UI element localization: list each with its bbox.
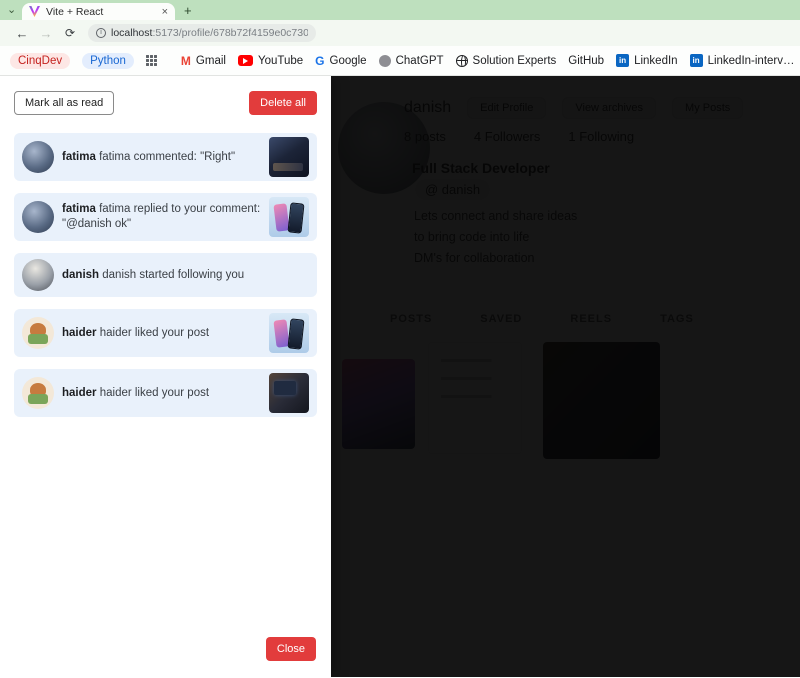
linkedin-icon: in	[616, 54, 630, 67]
notification-item[interactable]: haider haider liked your post	[14, 309, 317, 357]
notification-text: fatima fatima replied to your comment: "…	[54, 202, 269, 232]
new-tab-button[interactable]: +	[184, 3, 192, 18]
bookmark-label: GitHub	[568, 54, 605, 67]
notification-username: haider	[62, 386, 97, 399]
bookmark-label: LinkedIn	[634, 54, 678, 67]
tab-strip: ⌄ Vite + React × +	[0, 0, 800, 20]
bookmark-youtube[interactable]: YouTube	[237, 54, 304, 67]
bookmark-label: Google	[329, 54, 367, 67]
google-icon: G	[315, 53, 325, 68]
post-thumbnail	[269, 197, 309, 237]
bookmark-label: Solution Experts	[472, 54, 557, 67]
youtube-icon	[237, 55, 253, 66]
notification-message: danish started following you	[102, 268, 245, 281]
globe-icon	[455, 54, 468, 67]
notification-username: fatima	[62, 150, 96, 163]
bookmark-label: LinkedIn-interv…	[707, 54, 795, 67]
close-button[interactable]: Close	[265, 637, 316, 661]
notifications-header: Mark all as read Delete all	[14, 91, 317, 115]
gmail-icon: M	[180, 53, 191, 68]
tab-close-icon[interactable]: ×	[162, 6, 168, 18]
apps-grid-icon[interactable]	[145, 55, 157, 66]
back-icon[interactable]: ←	[10, 26, 34, 41]
notification-message: haider liked your post	[99, 326, 210, 339]
user-avatar	[22, 377, 54, 409]
bookmarks-bar: CinqDev Python M Gmail YouTube G Google Ch…	[0, 46, 800, 76]
page-content: danish Edit Profile View archives My Pos…	[0, 76, 800, 677]
user-avatar	[22, 201, 54, 233]
notification-username: haider	[62, 326, 97, 339]
bookmark-label: Gmail	[195, 54, 226, 67]
notification-message: haider liked your post	[99, 386, 210, 399]
bookmark-linkedin-interv[interactable]: in LinkedIn-interv…	[689, 54, 795, 67]
notification-list: fatima fatima commented: "Right" fatima …	[14, 133, 317, 417]
notification-text: fatima fatima commented: "Right"	[54, 150, 269, 165]
browser-toolbar: ← → ⟳ i localhost:5173/profile/678b72f41…	[0, 20, 800, 46]
user-avatar	[22, 141, 54, 173]
bookmark-linkedin[interactable]: in LinkedIn	[616, 54, 678, 67]
user-avatar	[22, 317, 54, 349]
browser-tab[interactable]: Vite + React ×	[22, 3, 175, 20]
bookmark-cinqdev[interactable]: CinqDev	[10, 52, 71, 69]
url-path: :5173/profile/678b72f4159e0c730a1b5db4	[152, 27, 308, 39]
bookmark-chatgpt[interactable]: ChatGPT	[378, 54, 444, 67]
post-thumbnail	[269, 313, 309, 353]
bookmark-label: ChatGPT	[395, 54, 444, 67]
site-info-icon[interactable]: i	[96, 28, 106, 38]
notification-text: haider haider liked your post	[54, 326, 269, 341]
bookmark-github[interactable]: GitHub	[568, 55, 604, 67]
tab-title: Vite + React	[46, 5, 104, 18]
notification-item[interactable]: haider haider liked your post	[14, 369, 317, 417]
notifications-panel: Mark all as read Delete all fatima fatim…	[0, 76, 331, 677]
post-thumbnail	[269, 137, 309, 177]
vite-favicon-icon	[29, 6, 40, 17]
url-bar[interactable]: i localhost:5173/profile/678b72f4159e0c7…	[88, 24, 316, 42]
forward-icon: →	[39, 25, 53, 41]
user-avatar	[22, 259, 54, 291]
notification-text: haider haider liked your post	[54, 386, 269, 401]
notification-username: danish	[62, 268, 100, 281]
notification-item[interactable]: danish danish started following you	[14, 253, 317, 297]
notification-item[interactable]: fatima fatima commented: "Right"	[14, 133, 317, 181]
notification-message: fatima commented: "Right"	[99, 150, 236, 163]
notification-item[interactable]: fatima fatima replied to your comment: "…	[14, 193, 317, 241]
linkedin-icon: in	[689, 54, 703, 67]
delete-all-button[interactable]: Delete all	[249, 91, 317, 115]
mark-all-read-button[interactable]: Mark all as read	[14, 91, 115, 115]
browser-window: ⌄ Vite + React × + ← → ⟳ i localhost:517…	[0, 0, 800, 678]
chatgpt-icon	[378, 54, 391, 67]
reload-icon[interactable]: ⟳	[58, 26, 82, 40]
bookmark-gmail[interactable]: M Gmail	[181, 54, 226, 68]
url-text: localhost:5173/profile/678b72f4159e0c730…	[111, 27, 308, 39]
notification-username: fatima	[62, 203, 96, 215]
post-thumbnail	[269, 373, 309, 413]
bookmark-python[interactable]: Python	[82, 52, 134, 69]
tab-search-chevron-icon[interactable]: ⌄	[7, 3, 16, 16]
notification-text: danish danish started following you	[54, 268, 315, 283]
bookmark-label: YouTube	[257, 54, 304, 67]
bookmark-google[interactable]: G Google	[315, 54, 366, 68]
bookmark-solution-experts[interactable]: Solution Experts	[455, 54, 557, 67]
url-host: localhost	[111, 27, 153, 39]
